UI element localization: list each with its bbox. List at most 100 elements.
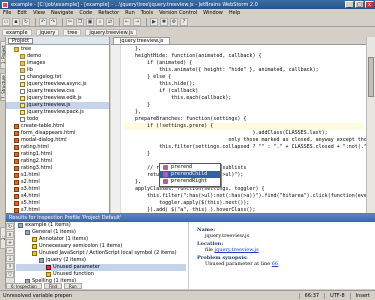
editor-tab-active[interactable]: jquery.treeview.js xyxy=(113,37,171,44)
back-icon[interactable]: ← xyxy=(123,17,131,26)
tree-file-item[interactable]: s2.html xyxy=(6,179,109,186)
autocomplete-item[interactable]: prerend xyxy=(160,164,220,171)
redo-icon[interactable]: ↷ xyxy=(49,17,57,26)
caret-position[interactable]: 66:37 xyxy=(298,292,324,299)
inspection-tree-item[interactable]: General (1 items) xyxy=(16,229,186,236)
tree-file-item[interactable]: create-table.html xyxy=(6,123,109,130)
autocomplete-item[interactable]: prerendChild xyxy=(160,171,220,178)
code-line[interactable]: this.animate({ height: "hide" }, animate… xyxy=(123,67,363,74)
menu-version-control[interactable]: Version Control xyxy=(159,10,197,16)
expand-all-icon[interactable]: + xyxy=(6,239,14,246)
collapse-all-icon[interactable]: − xyxy=(6,247,14,254)
editor-scrollbar[interactable] xyxy=(366,37,375,213)
prev-problem-icon[interactable]: ↑ xyxy=(6,263,14,270)
copy-icon[interactable]: ❐ xyxy=(76,17,84,26)
tree-file-item[interactable]: form_disappears.html xyxy=(6,130,109,137)
tree-file-item[interactable]: s4.html xyxy=(6,193,109,200)
run-icon[interactable]: ▶ xyxy=(150,17,158,26)
scrollbar-thumb[interactable] xyxy=(368,57,374,97)
inspection-tree-item[interactable]: Unused parameter xyxy=(16,264,186,271)
menu-view[interactable]: View xyxy=(33,10,45,16)
tree-file-item[interactable]: modal-dialog.html xyxy=(6,137,109,144)
code-line[interactable]: } else { xyxy=(123,74,363,81)
menu-file[interactable]: File xyxy=(3,10,11,16)
inspection-tree-item[interactable]: Unused JavaScript / ActionScript local s… xyxy=(16,250,186,257)
tree-file-item[interactable]: jquery.treeview.css xyxy=(6,88,109,95)
menu-edit[interactable]: Edit xyxy=(17,10,27,16)
tree-file-item[interactable]: s3.html xyxy=(6,186,109,193)
tree-folder-item[interactable]: images xyxy=(6,60,109,67)
code-line[interactable]: applyClasses: function(settings, toggler… xyxy=(123,186,363,193)
code-line[interactable]: }, xyxy=(123,46,363,53)
cut-icon[interactable]: ✂ xyxy=(66,17,74,26)
code-line[interactable]: this.hide(); xyxy=(123,81,363,88)
autocomplete-popup[interactable]: prerend prerendChild prerendRight xyxy=(159,163,221,187)
code-line[interactable]: only those marked as closed, anyway exce… xyxy=(123,137,366,144)
tree-file-item[interactable]: jquery.treeview.js xyxy=(6,102,109,109)
menu-help[interactable]: Help xyxy=(229,10,240,16)
breadcrumb-project[interactable]: example xyxy=(2,28,32,36)
tree-folder-item[interactable]: demo xyxy=(6,53,109,60)
code-line[interactable]: if (animated) { xyxy=(123,60,363,67)
inspection-tree-item[interactable]: example (1 items) xyxy=(16,222,186,229)
maximize-button[interactable]: □ xyxy=(355,1,364,8)
code-line[interactable]: this.each(callback); xyxy=(123,95,363,102)
inspection-tree-item[interactable]: Annotator (1 items) xyxy=(16,236,186,243)
debug-icon[interactable]: ✱ xyxy=(160,17,168,26)
inspection-tree-item[interactable]: jquery (2 items) xyxy=(16,257,186,264)
filter-icon[interactable]: ▽ xyxy=(6,271,14,278)
tree-file-item[interactable]: changelog.txt xyxy=(6,74,109,81)
save-all-icon[interactable]: ▪ xyxy=(12,17,20,26)
menu-tools[interactable]: Tools xyxy=(141,10,153,16)
code-line[interactable]: if (!settings.prere) { xyxy=(123,123,363,130)
tree-file-item[interactable]: todo xyxy=(6,116,109,123)
code-line[interactable]: this.filter(settings.collapsed ? "" : ".… xyxy=(123,144,366,151)
close-button[interactable]: x xyxy=(365,1,374,8)
forward-icon[interactable]: → xyxy=(133,17,141,26)
code-line[interactable]: prepareBranches: function(settings) { xyxy=(123,116,363,123)
tree-file-item[interactable]: jquery.treeview.edit.js xyxy=(6,95,109,102)
close-panel-icon[interactable]: x xyxy=(6,231,14,238)
autocomplete-item[interactable]: prerendRight xyxy=(160,178,220,185)
breadcrumb-folder[interactable]: jquery xyxy=(35,28,60,36)
tree-file-item[interactable]: rating1.html xyxy=(6,151,109,158)
replace-icon[interactable]: ⇄ xyxy=(106,17,114,26)
code-line[interactable]: if (callback) xyxy=(123,88,363,95)
tree-folder-item[interactable]: lib xyxy=(6,67,109,74)
project-view-select[interactable]: Project xyxy=(8,37,34,44)
code-area[interactable]: }, heightHide: function(animated, callba… xyxy=(123,46,366,213)
tree-file-item[interactable]: s1.html xyxy=(6,172,109,179)
help-icon[interactable]: ? xyxy=(180,17,188,26)
open-folder-icon[interactable]: ▭ xyxy=(2,17,10,26)
breadcrumb-subfolder[interactable]: tree xyxy=(63,28,82,36)
find-icon[interactable]: ⌕ xyxy=(96,17,104,26)
inspection-tool-tab[interactable]: 6: Inspection xyxy=(6,282,42,289)
settings-icon[interactable]: ⚙ xyxy=(170,17,178,26)
breadcrumb-file[interactable]: jquery.treeview.js xyxy=(85,28,137,36)
tree-file-item[interactable]: rating2.html xyxy=(6,158,109,165)
location-link[interactable]: jquery.treeview.js xyxy=(214,247,258,253)
tree-file-item[interactable]: s5.html xyxy=(6,200,109,207)
paste-icon[interactable]: ▣ xyxy=(86,17,94,26)
menu-window[interactable]: Window xyxy=(203,10,223,16)
tree-folder-item[interactable]: tree xyxy=(6,46,109,53)
problem-line-link[interactable]: 66 xyxy=(272,261,278,267)
tree-file-item[interactable]: jquery.treeview.async.js xyxy=(6,81,109,88)
next-problem-icon[interactable]: ↓ xyxy=(6,255,14,262)
menu-run[interactable]: Run xyxy=(125,10,135,16)
code-line[interactable]: } xyxy=(123,102,363,109)
code-line[interactable]: } xyxy=(123,151,363,158)
editor-gutter[interactable] xyxy=(111,45,121,213)
code-editor[interactable]: jquery.treeview.js }, heightHide: functi… xyxy=(111,37,366,213)
code-line[interactable]: this.filter(":has(>ul):not(:has(>a))").f… xyxy=(123,193,366,200)
menu-navigate[interactable]: Navigate xyxy=(51,10,73,16)
menu-refactor[interactable]: Refactor xyxy=(98,10,119,16)
find-tool-tab[interactable]: Find xyxy=(43,282,63,289)
run-tool-tab[interactable]: Run xyxy=(64,282,82,289)
code-line[interactable]: ).addClass(CLASSES.last); xyxy=(123,130,363,137)
rerun-icon[interactable]: ↻ xyxy=(6,223,14,230)
tree-file-item[interactable]: rating3.html xyxy=(6,165,109,172)
inspection-tree-item[interactable]: Unnecessary semicolon (1 items) xyxy=(16,243,186,250)
undo-icon[interactable]: ↶ xyxy=(39,17,47,26)
inspection-tree-item[interactable]: Unused function xyxy=(16,271,186,278)
